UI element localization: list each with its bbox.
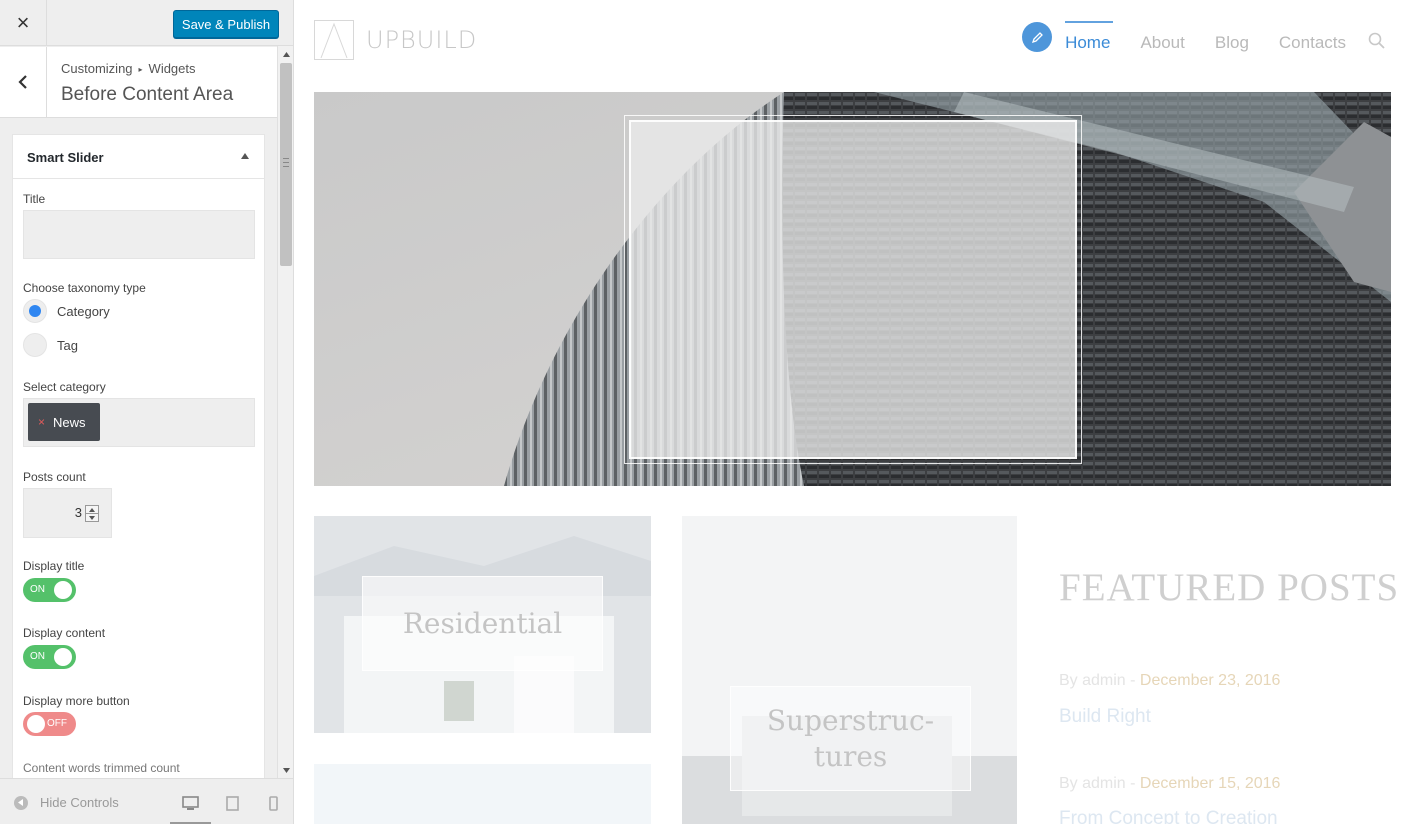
- display-title-label: Display title: [23, 559, 85, 573]
- category-card-partial[interactable]: [314, 764, 651, 824]
- scroll-down-arrow-icon[interactable]: [278, 764, 293, 776]
- widget-title: Smart Slider: [27, 150, 104, 165]
- stepper-up-icon[interactable]: [86, 506, 98, 513]
- card-label-box: Residential: [362, 576, 603, 671]
- logo-text: UPBUILD: [366, 26, 478, 54]
- radio-dot-icon: [29, 305, 41, 317]
- desktop-icon[interactable]: [181, 794, 199, 812]
- display-content-label: Display content: [23, 626, 106, 640]
- post-meta: By admin - December 15, 2016: [1059, 775, 1280, 793]
- taxonomy-type-label: Choose taxonomy type: [23, 281, 146, 295]
- back-button[interactable]: [0, 47, 47, 117]
- stepper-down-icon[interactable]: [86, 513, 98, 521]
- radio-button[interactable]: [23, 333, 47, 357]
- featured-posts-heading: FEATURED POSTS: [1059, 566, 1400, 609]
- toggle-state-text: ON: [30, 584, 45, 595]
- breadcrumb: Customizing ▸ Widgets: [61, 61, 196, 76]
- logo-mark-icon: [314, 20, 354, 60]
- section-header: Customizing ▸ Widgets Before Content Area: [0, 47, 277, 118]
- site-preview: UPBUILD Home About Blog Contacts Residen…: [295, 0, 1411, 824]
- collapse-icon: [14, 795, 28, 810]
- radio-category-label: Category: [57, 303, 110, 319]
- smart-slider-widget: Smart Slider Title Choose taxonomy type …: [12, 134, 265, 794]
- select-category-label: Select category: [23, 380, 106, 394]
- nav-about[interactable]: About: [1140, 33, 1184, 53]
- title-input[interactable]: [23, 210, 255, 259]
- category-select[interactable]: × News: [23, 398, 255, 447]
- posts-count-label: Posts count: [23, 470, 86, 484]
- scroll-up-arrow-icon[interactable]: [278, 48, 293, 60]
- scroll-grip-icon: [283, 158, 289, 167]
- remove-tag-icon[interactable]: ×: [38, 415, 45, 429]
- display-more-button-toggle[interactable]: OFF: [23, 712, 76, 736]
- nav-blog[interactable]: Blog: [1215, 33, 1249, 53]
- scrollbar-thumb[interactable]: [280, 63, 292, 266]
- radio-tag-label: Tag: [57, 337, 78, 353]
- post-meta: By admin - December 23, 2016: [1059, 672, 1280, 690]
- breadcrumb-root: Customizing: [61, 61, 133, 76]
- nav-home[interactable]: Home: [1065, 21, 1114, 53]
- tablet-icon[interactable]: [223, 794, 241, 812]
- category-card-residential[interactable]: Residential: [314, 516, 651, 733]
- display-title-toggle[interactable]: ON: [23, 578, 76, 602]
- customizer-footer: Hide Controls: [0, 778, 293, 824]
- toggle-knob: [54, 581, 72, 599]
- post-date[interactable]: December 23, 2016: [1140, 672, 1281, 689]
- collapse-arrow-icon[interactable]: [241, 153, 249, 159]
- radio-tag[interactable]: Tag: [23, 333, 78, 357]
- slide-caption-frame: [629, 120, 1077, 459]
- toggle-knob: [54, 648, 72, 666]
- post-meta-separator: -: [1125, 672, 1140, 689]
- posts-count-value: 3: [74, 505, 82, 520]
- main-navigation: Home About Blog Contacts: [1065, 21, 1411, 56]
- search-icon[interactable]: [1368, 32, 1385, 54]
- section-title: Before Content Area: [61, 84, 234, 105]
- post-title-link[interactable]: From Concept to Creation: [1059, 808, 1278, 824]
- category-card-superstructures[interactable]: Superstruc- tures: [682, 516, 1017, 824]
- post-author-prefix: By: [1059, 672, 1083, 689]
- sidebar-scrollbar[interactable]: [277, 46, 293, 778]
- close-customizer-button[interactable]: ×: [0, 0, 47, 46]
- radio-category[interactable]: Category: [23, 299, 110, 323]
- customizer-header: × Save & Publish: [0, 0, 293, 46]
- toggle-knob: [27, 715, 45, 733]
- post-author-link[interactable]: admin: [1082, 775, 1126, 792]
- chevron-left-icon: [18, 75, 27, 89]
- card-title: Residential: [402, 606, 563, 640]
- trimmed-count-label: Content words trimmed count: [23, 761, 180, 775]
- hide-controls-label: Hide Controls: [40, 795, 119, 810]
- post-author-prefix: By: [1059, 775, 1083, 792]
- posts-count-input[interactable]: 3: [23, 488, 112, 538]
- card-label-box: Superstruc- tures: [730, 686, 971, 791]
- post-meta-separator: -: [1125, 775, 1140, 792]
- toggle-state-text: OFF: [47, 718, 67, 729]
- radio-button-selected[interactable]: [23, 299, 47, 323]
- title-field-label: Title: [23, 192, 46, 206]
- tag-label: News: [53, 414, 86, 430]
- post-title-link[interactable]: Build Right: [1059, 706, 1151, 728]
- post-date[interactable]: December 15, 2016: [1140, 775, 1281, 792]
- display-more-button-label: Display more button: [23, 694, 130, 708]
- widget-header[interactable]: Smart Slider: [13, 135, 264, 179]
- post-author-link[interactable]: admin: [1082, 672, 1126, 689]
- site-logo[interactable]: UPBUILD: [314, 20, 477, 60]
- hide-controls-button[interactable]: Hide Controls: [14, 795, 119, 810]
- quantity-stepper[interactable]: [85, 505, 99, 522]
- edit-shortcut-pencil-icon[interactable]: [1022, 22, 1052, 52]
- toggle-state-text: ON: [30, 651, 45, 662]
- save-publish-button[interactable]: Save & Publish: [173, 10, 279, 38]
- hero-slider[interactable]: [314, 92, 1391, 486]
- close-icon: ×: [16, 10, 30, 35]
- display-content-toggle[interactable]: ON: [23, 645, 76, 669]
- mobile-icon[interactable]: [264, 794, 282, 812]
- nav-contacts[interactable]: Contacts: [1279, 33, 1346, 53]
- selected-category-tag: × News: [28, 403, 100, 441]
- breadcrumb-current: Widgets: [148, 61, 196, 76]
- breadcrumb-separator-icon: ▸: [138, 65, 143, 74]
- customizer-sidebar: × Save & Publish Customizing ▸ Widgets Bef…: [0, 0, 294, 824]
- card-title: Superstruc- tures: [766, 703, 935, 773]
